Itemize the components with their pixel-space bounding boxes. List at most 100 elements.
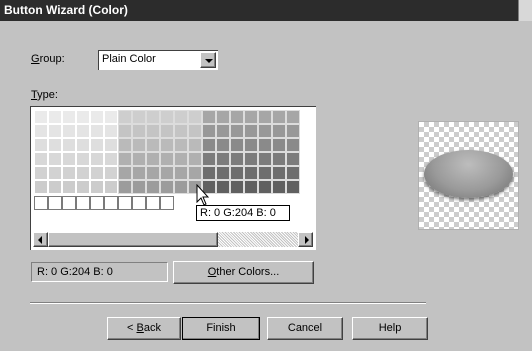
- type-list[interactable]: [30, 106, 316, 250]
- color-swatch[interactable]: [272, 166, 286, 180]
- color-swatch[interactable]: [188, 138, 202, 152]
- color-swatch[interactable]: [62, 110, 76, 124]
- color-swatch[interactable]: [202, 138, 216, 152]
- color-swatch[interactable]: [230, 138, 244, 152]
- color-swatch[interactable]: [272, 180, 286, 194]
- color-swatch[interactable]: [244, 110, 258, 124]
- color-swatch[interactable]: [286, 138, 300, 152]
- color-swatch[interactable]: [104, 124, 118, 138]
- color-swatch[interactable]: [146, 180, 160, 194]
- color-swatch[interactable]: [160, 124, 174, 138]
- color-swatch[interactable]: [216, 124, 230, 138]
- color-swatch[interactable]: [230, 124, 244, 138]
- color-swatch[interactable]: [160, 180, 174, 194]
- color-swatch[interactable]: [90, 124, 104, 138]
- color-swatch[interactable]: [174, 180, 188, 194]
- color-swatch[interactable]: [230, 110, 244, 124]
- empty-swatch[interactable]: [34, 196, 48, 210]
- color-swatch[interactable]: [174, 110, 188, 124]
- color-swatch[interactable]: [202, 110, 216, 124]
- help-button[interactable]: Help: [352, 317, 428, 340]
- color-swatch[interactable]: [272, 124, 286, 138]
- color-swatch[interactable]: [160, 152, 174, 166]
- color-swatch[interactable]: [132, 110, 146, 124]
- color-swatch[interactable]: [132, 180, 146, 194]
- color-swatch[interactable]: [202, 152, 216, 166]
- color-swatch[interactable]: [230, 180, 244, 194]
- color-swatch[interactable]: [48, 166, 62, 180]
- color-swatch[interactable]: [230, 166, 244, 180]
- color-swatch[interactable]: [286, 110, 300, 124]
- color-swatch[interactable]: [118, 180, 132, 194]
- color-swatch[interactable]: [146, 166, 160, 180]
- color-swatch[interactable]: [216, 152, 230, 166]
- color-swatch[interactable]: [48, 180, 62, 194]
- empty-swatch[interactable]: [160, 196, 174, 210]
- color-swatch[interactable]: [188, 152, 202, 166]
- color-swatch[interactable]: [146, 152, 160, 166]
- color-swatch[interactable]: [104, 180, 118, 194]
- dropdown-arrow-icon[interactable]: [200, 52, 216, 68]
- color-swatch[interactable]: [132, 138, 146, 152]
- color-swatch[interactable]: [90, 138, 104, 152]
- color-swatch[interactable]: [272, 138, 286, 152]
- color-swatch[interactable]: [34, 124, 48, 138]
- color-swatch[interactable]: [90, 180, 104, 194]
- color-swatch[interactable]: [34, 152, 48, 166]
- color-swatch[interactable]: [258, 110, 272, 124]
- color-swatch[interactable]: [104, 110, 118, 124]
- color-swatch[interactable]: [258, 166, 272, 180]
- color-swatch[interactable]: [188, 110, 202, 124]
- empty-swatch[interactable]: [104, 196, 118, 210]
- scroll-left-button[interactable]: [33, 232, 48, 247]
- empty-swatch[interactable]: [48, 196, 62, 210]
- empty-swatch[interactable]: [76, 196, 90, 210]
- other-colors-button[interactable]: Other Colors...: [173, 261, 314, 284]
- color-swatch[interactable]: [286, 166, 300, 180]
- color-swatch[interactable]: [76, 124, 90, 138]
- color-swatch[interactable]: [160, 166, 174, 180]
- color-swatch[interactable]: [174, 124, 188, 138]
- color-swatch[interactable]: [34, 180, 48, 194]
- color-swatch[interactable]: [34, 110, 48, 124]
- color-swatch[interactable]: [132, 124, 146, 138]
- color-swatch[interactable]: [90, 166, 104, 180]
- empty-swatch[interactable]: [118, 196, 132, 210]
- color-swatch[interactable]: [62, 166, 76, 180]
- color-swatch[interactable]: [48, 152, 62, 166]
- type-swatch-grid[interactable]: [34, 110, 300, 194]
- color-swatch[interactable]: [34, 166, 48, 180]
- color-swatch[interactable]: [104, 166, 118, 180]
- color-swatch[interactable]: [244, 180, 258, 194]
- color-swatch[interactable]: [244, 124, 258, 138]
- title-close-button[interactable]: [518, 0, 532, 21]
- color-swatch[interactable]: [48, 138, 62, 152]
- color-swatch[interactable]: [244, 166, 258, 180]
- color-swatch[interactable]: [216, 138, 230, 152]
- color-swatch[interactable]: [62, 124, 76, 138]
- color-swatch[interactable]: [118, 110, 132, 124]
- group-select[interactable]: Plain Color: [98, 50, 218, 70]
- color-swatch[interactable]: [174, 138, 188, 152]
- color-swatch[interactable]: [202, 124, 216, 138]
- color-swatch[interactable]: [76, 152, 90, 166]
- color-swatch[interactable]: [146, 124, 160, 138]
- color-swatch[interactable]: [258, 180, 272, 194]
- color-swatch[interactable]: [272, 110, 286, 124]
- color-swatch[interactable]: [258, 124, 272, 138]
- color-swatch[interactable]: [216, 110, 230, 124]
- back-button[interactable]: < Back: [107, 317, 181, 340]
- color-swatch[interactable]: [90, 152, 104, 166]
- color-swatch[interactable]: [258, 152, 272, 166]
- color-swatch[interactable]: [48, 124, 62, 138]
- color-swatch[interactable]: [188, 124, 202, 138]
- color-swatch[interactable]: [104, 138, 118, 152]
- scroll-thumb[interactable]: [48, 232, 218, 247]
- color-swatch[interactable]: [160, 110, 174, 124]
- color-swatch[interactable]: [272, 152, 286, 166]
- empty-swatch[interactable]: [132, 196, 146, 210]
- color-swatch[interactable]: [34, 138, 48, 152]
- finish-button[interactable]: Finish: [182, 317, 260, 340]
- empty-swatch[interactable]: [90, 196, 104, 210]
- empty-swatch[interactable]: [62, 196, 76, 210]
